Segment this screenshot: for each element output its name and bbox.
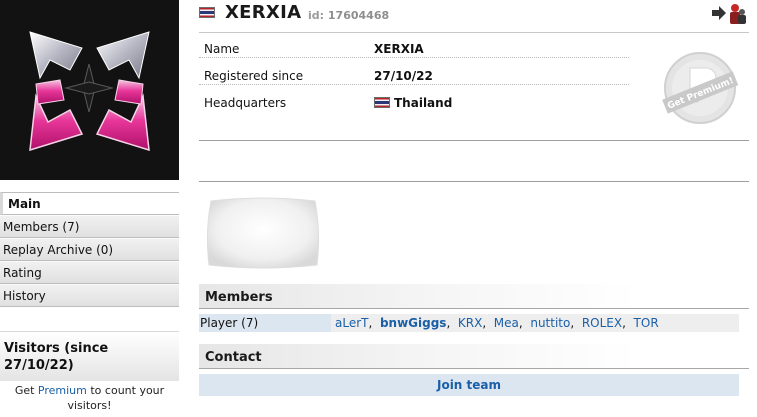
- team-id-label: id:: [308, 9, 325, 22]
- visitors-note-prefix: Get: [14, 384, 38, 397]
- player-label: Player (7): [199, 314, 331, 332]
- premium-link[interactable]: Premium: [38, 384, 87, 397]
- row-divider: [199, 84, 629, 85]
- members-heading: Members: [199, 284, 749, 309]
- nav-item-replay-archive[interactable]: Replay Archive (0): [0, 238, 179, 261]
- member-link[interactable]: KRX: [458, 316, 482, 330]
- thailand-flag-icon: [374, 97, 390, 108]
- section-divider: [199, 140, 749, 141]
- team-logo-image: [0, 0, 179, 180]
- member-link[interactable]: ROLEX: [582, 316, 622, 330]
- nav-item-members[interactable]: Members (7): [0, 215, 179, 238]
- nav-item-history[interactable]: History: [0, 284, 179, 307]
- info-value: Thailand: [374, 96, 452, 110]
- info-value: XERXIA: [374, 42, 424, 56]
- team-logo: [0, 0, 179, 180]
- row-divider: [199, 57, 629, 58]
- members-row: Player (7) aLerT, bnwGiggs, KRX, Mea, nu…: [199, 314, 739, 332]
- get-premium-badge[interactable]: Get Premium!: [660, 50, 740, 126]
- headquarters-country: Thailand: [394, 96, 453, 110]
- info-value: 27/10/22: [374, 69, 433, 83]
- join-team-button[interactable]: Join team: [199, 374, 739, 396]
- info-label: Name: [204, 42, 240, 56]
- team-id-value: 17604468: [327, 9, 390, 22]
- contact-heading: Contact: [199, 344, 749, 369]
- member-link[interactable]: aLerT: [335, 316, 368, 330]
- member-link[interactable]: Mea: [494, 316, 519, 330]
- member-link[interactable]: nuttito: [530, 316, 570, 330]
- leave-team-icon[interactable]: [711, 2, 747, 26]
- team-nav: Main Members (7) Replay Archive (0) Rati…: [0, 192, 179, 307]
- team-id: id: 17604468: [308, 9, 389, 22]
- nav-item-rating[interactable]: Rating: [0, 261, 179, 284]
- member-link[interactable]: bnwGiggs: [380, 316, 447, 330]
- info-label: Registered since: [204, 69, 304, 83]
- team-picture: [203, 193, 323, 273]
- info-label: Headquarters: [204, 96, 287, 110]
- visitors-box: Visitors (since 27/10/22) Get Premium to…: [0, 331, 179, 413]
- visitors-title: Visitors (since 27/10/22): [0, 331, 179, 381]
- nav-item-main[interactable]: Main: [0, 192, 179, 215]
- visitors-note: Get Premium to count your visitors!: [0, 381, 179, 413]
- member-link[interactable]: TOR: [634, 316, 659, 330]
- player-list: aLerT, bnwGiggs, KRX, Mea, nuttito, ROLE…: [335, 316, 659, 330]
- thailand-flag-icon: [199, 7, 215, 18]
- team-name: XERXIA: [225, 2, 302, 23]
- section-divider: [199, 181, 749, 182]
